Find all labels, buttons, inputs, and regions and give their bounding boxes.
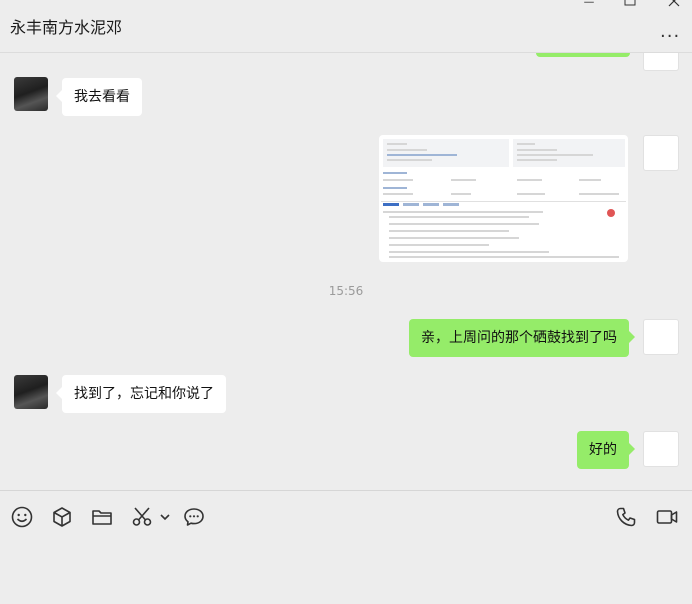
message-list[interactable]: 我去看看 15:56 亲，上周问的那个硒鼓找到了吗 找到了，忘记和你说了 好的	[0, 53, 692, 490]
message-bubble-outgoing[interactable]: 好的	[577, 431, 635, 469]
minimize-icon[interactable]	[582, 0, 596, 7]
message-bubble-outgoing[interactable]: 亲，上周问的那个硒鼓找到了吗	[409, 319, 635, 357]
message-bubble-incoming[interactable]: 找到了，忘记和你说了	[56, 375, 226, 413]
phone-icon[interactable]	[614, 505, 638, 529]
maximize-icon[interactable]	[624, 0, 636, 6]
my-avatar[interactable]	[643, 135, 679, 171]
chat-title: 永丰南方水泥邓	[10, 18, 123, 37]
image-message[interactable]	[379, 135, 628, 262]
message-bubble-incoming[interactable]: 我去看看	[56, 78, 142, 116]
video-icon[interactable]	[655, 505, 679, 529]
more-options-icon[interactable]: ···	[660, 26, 680, 47]
folder-icon[interactable]	[90, 505, 114, 529]
chevron-down-icon[interactable]	[158, 505, 172, 529]
chat-bubble-icon[interactable]	[182, 505, 206, 529]
input-toolbar	[0, 490, 692, 604]
my-avatar[interactable]	[643, 53, 679, 71]
my-avatar[interactable]	[643, 431, 679, 467]
previous-outgoing-bubble	[536, 53, 630, 57]
emoji-icon[interactable]	[10, 505, 34, 529]
message-timestamp: 15:56	[328, 284, 364, 298]
contact-avatar[interactable]	[14, 375, 48, 409]
my-avatar[interactable]	[643, 319, 679, 355]
scissors-icon[interactable]	[130, 505, 154, 529]
contact-avatar[interactable]	[14, 77, 48, 111]
close-icon[interactable]	[668, 0, 680, 7]
chat-header: 永丰南方水泥邓 ···	[0, 0, 692, 53]
cube-icon[interactable]	[50, 505, 74, 529]
